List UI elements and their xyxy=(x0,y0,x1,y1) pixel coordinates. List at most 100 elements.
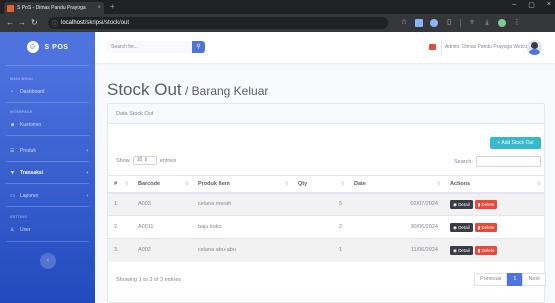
sidebar-item-dashboard[interactable]: ◔ Dashboard xyxy=(10,87,90,97)
brand-logo-icon: ☺ xyxy=(26,41,39,53)
column-header-date[interactable]: Date ⇅ xyxy=(348,175,444,194)
sidebar-item-laporan[interactable]: ▭ Laporan › xyxy=(10,191,90,201)
table-info: Showing 1 to 3 of 3 entries xyxy=(116,277,182,283)
detail-button[interactable]: ◉ Detail xyxy=(450,222,473,232)
sidebar-divider xyxy=(6,161,89,162)
sort-icon: ⇅ xyxy=(284,181,289,187)
new-tab-button[interactable]: + xyxy=(110,2,115,12)
delete-button[interactable]: ▮ Delete xyxy=(474,245,498,255)
sort-icon: ⇅ xyxy=(436,181,441,187)
topbar: Search for... ⚲ Admin: Dimas Pandu Prayo… xyxy=(95,32,555,63)
column-header-no[interactable]: # ⇅ xyxy=(108,175,132,194)
table-row: 3. A002 celana abu-abu 1 11/06/2024 ◉ De… xyxy=(108,238,544,262)
url-text: localhost/skripsi/stock/out xyxy=(61,20,129,26)
bookmark-star-icon[interactable]: ☆ xyxy=(400,19,408,27)
address-bar[interactable]: ⓘ localhost/skripsi/stock/out xyxy=(48,17,388,29)
profile-icon[interactable] xyxy=(498,19,506,27)
stock-out-table: # ⇅ Barcode ⇅ Produk Item ⇅ Qty ⇅ Date ⇅ Acti… xyxy=(108,175,544,262)
sidebar-item-label: Laporan xyxy=(20,193,39,199)
show-label: Show xyxy=(116,157,130,164)
chevron-right-icon: › xyxy=(86,148,88,154)
extension-icon[interactable] xyxy=(430,19,438,27)
search-button[interactable]: ⚲ xyxy=(192,41,205,53)
cell-actions: ◉ Detail ▮ Delete xyxy=(444,215,544,239)
cell-no: 2. xyxy=(108,215,132,239)
sidebar-item-user[interactable]: ♙ User xyxy=(10,225,90,235)
add-stock-out-button[interactable]: + Add Stock Out xyxy=(490,137,541,149)
chevron-right-icon: › xyxy=(86,193,88,199)
sort-icon: ⇅ xyxy=(124,181,129,187)
avatar[interactable] xyxy=(527,40,542,55)
pagination: Previous 1 Next xyxy=(474,273,546,286)
back-icon[interactable]: ← xyxy=(6,17,14,29)
pagination-previous[interactable]: Previous xyxy=(474,273,508,286)
cell-date: 02/07/2024 xyxy=(348,192,444,216)
brand[interactable]: ☺ S POS xyxy=(0,32,95,62)
card-header: Data Stock Out xyxy=(108,104,544,124)
tab-title: S PoS - Dimas Pandu Prayoga xyxy=(17,5,86,11)
pagination-page-1[interactable]: 1 xyxy=(507,273,523,286)
page-subtitle: / Barang Keluar xyxy=(181,84,269,98)
sidebar-item-transaksi[interactable]: ▼ Transaksi › xyxy=(10,168,90,178)
sidebar-divider xyxy=(6,206,89,207)
user-name[interactable]: Admin: Dimas Pandu Prayoga Welco xyxy=(445,44,527,50)
table-header-row: # ⇅ Barcode ⇅ Produk Item ⇅ Qty ⇅ Date ⇅ Acti… xyxy=(108,175,544,194)
table-search-input[interactable] xyxy=(476,156,541,167)
sort-icon: ⇅ xyxy=(340,181,345,187)
cell-no: 1. xyxy=(108,192,132,216)
table-search-label: Search: xyxy=(454,159,473,165)
tab-close-icon[interactable]: × xyxy=(97,5,101,11)
entries-select[interactable]: 10 ⇕ xyxy=(132,156,157,165)
sidebar-divider xyxy=(6,135,89,136)
close-window-icon[interactable]: × xyxy=(547,1,551,9)
forward-icon[interactable]: → xyxy=(18,17,26,29)
cell-date: 11/06/2024 xyxy=(348,238,444,262)
detail-button[interactable]: ◉ Detail xyxy=(450,199,473,209)
sidebar-item-produk[interactable]: ☰ Produk › xyxy=(10,146,90,156)
favicon-icon xyxy=(7,4,14,12)
browser-toolbar: ← → ↻ ⓘ localhost/skripsi/stock/out ☆ ▯ … xyxy=(0,14,555,32)
search-input[interactable]: Search for... xyxy=(107,41,192,53)
sidebar-heading-setting: SETTING xyxy=(10,215,28,219)
column-header-qty[interactable]: Qty ⇅ xyxy=(292,175,348,194)
delete-button[interactable]: ▮ Delete xyxy=(474,222,498,232)
cell-date: 30/06/2024 xyxy=(348,215,444,239)
sort-icon: ⇅ xyxy=(184,181,189,187)
url-host: localhost xyxy=(61,20,85,26)
list-icon: ☰ xyxy=(10,148,15,154)
sidebar-divider xyxy=(6,65,89,66)
window-controls: – ▢ × xyxy=(512,1,551,9)
extension-icon[interactable] xyxy=(415,19,423,27)
minimize-icon[interactable]: – xyxy=(512,1,516,9)
column-header-barcode[interactable]: Barcode ⇅ xyxy=(132,175,192,194)
sidebar: ☺ S POS MAIN MENU ◔ Dashboard INTERFACE … xyxy=(0,32,95,303)
alert-icon[interactable] xyxy=(429,44,436,50)
site-info-icon[interactable]: ⓘ xyxy=(52,19,58,28)
download-icon[interactable]: ⤓ xyxy=(483,19,491,27)
column-header-actions[interactable]: Actions ⇅ xyxy=(444,175,544,194)
cell-item: celana merah xyxy=(192,192,292,216)
puzzle-icon[interactable]: ▯ xyxy=(445,19,453,27)
browser-extensions: ☆ ▯ ▿ ⤓ ⋮ xyxy=(400,18,521,28)
maximize-icon[interactable]: ▢ xyxy=(528,1,535,9)
delete-button[interactable]: ▮ Delete xyxy=(474,199,498,209)
pagination-next[interactable]: Next xyxy=(522,273,546,286)
table-row: 2. A0011 baju koko 2 30/06/2024 ◉ Detail… xyxy=(108,215,544,239)
cell-barcode: A002 xyxy=(132,238,192,262)
sidebar-heading-interface: INTERFACE xyxy=(10,110,33,114)
page-title-main: Stock Out xyxy=(107,80,182,99)
divider-icon xyxy=(460,19,461,27)
url-path: /skripsi/stock/out xyxy=(84,20,130,26)
sidebar-item-kustomer[interactable]: ☻ Kustomer xyxy=(10,120,90,130)
browser-tab[interactable]: S PoS - Dimas Pandu Prayoga × xyxy=(4,2,104,14)
cell-qty: 5 xyxy=(292,192,348,216)
detail-button[interactable]: ◉ Detail xyxy=(450,245,473,255)
cell-actions: ◉ Detail ▮ Delete xyxy=(444,238,544,262)
sidebar-toggle-button[interactable]: ‹ xyxy=(40,253,56,269)
sidebar-item-label: Transaksi xyxy=(20,170,44,176)
menu-icon[interactable]: ⋮ xyxy=(513,19,521,27)
reload-icon[interactable]: ↻ xyxy=(31,17,38,29)
column-header-produk-item[interactable]: Produk Item ⇅ xyxy=(192,175,292,194)
stock-out-card: Data Stock Out + Add Stock Out Show 10 ⇕… xyxy=(107,103,546,303)
tab-search-icon[interactable]: ▿ xyxy=(468,19,476,27)
